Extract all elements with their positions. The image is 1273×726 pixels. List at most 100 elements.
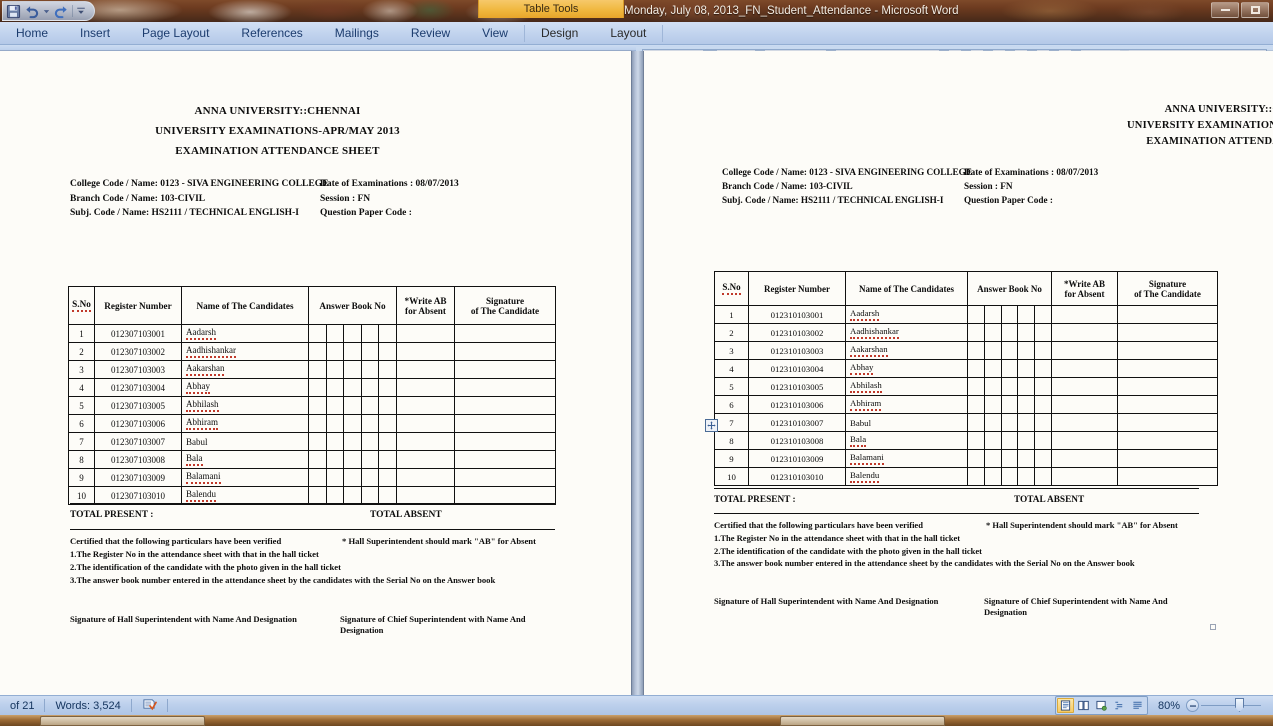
attendance-table-wrapper-left[interactable]: S.No Register Number Name of The Candidate… <box>68 286 556 505</box>
cell-register-number[interactable]: 012310103002 <box>748 323 846 342</box>
answer-book-subcell[interactable] <box>985 306 1002 323</box>
cell-signature[interactable] <box>1117 449 1218 468</box>
cell-candidate-name[interactable]: Aadarsh <box>845 305 968 324</box>
answer-book-subcell[interactable] <box>985 432 1002 449</box>
answer-book-subcell[interactable] <box>327 343 345 360</box>
table-row[interactable]: 10 012307103010 Balendu <box>68 486 556 505</box>
answer-book-subcell[interactable] <box>1002 378 1019 395</box>
answer-book-subcell[interactable] <box>968 414 985 431</box>
answer-book-subcell[interactable] <box>1035 306 1051 323</box>
answer-book-subcell[interactable] <box>985 414 1002 431</box>
answer-book-subcell[interactable] <box>362 325 380 342</box>
cell-sno[interactable]: 5 <box>714 377 749 396</box>
status-bar-right[interactable]: 80% <box>1055 696 1273 715</box>
minimize-button[interactable] <box>1211 2 1239 18</box>
answer-book-subcell[interactable] <box>1035 468 1051 485</box>
cell-write-ab[interactable] <box>1051 395 1118 414</box>
quick-access-toolbar[interactable] <box>2 1 95 21</box>
cell-sno[interactable]: 8 <box>68 450 95 469</box>
answer-book-subcell[interactable] <box>327 469 345 486</box>
cell-signature[interactable] <box>1117 323 1218 342</box>
answer-book-subcell[interactable] <box>1018 468 1036 485</box>
cell-answer-book-no[interactable] <box>967 449 1052 468</box>
cell-signature[interactable] <box>1117 305 1218 324</box>
cell-register-number[interactable]: 012310103007 <box>748 413 846 432</box>
cell-register-number[interactable]: 012310103009 <box>748 449 846 468</box>
answer-book-subcell[interactable] <box>985 378 1002 395</box>
answer-book-subcell[interactable] <box>1035 378 1051 395</box>
cell-answer-book-no[interactable] <box>308 396 397 415</box>
answer-book-subcell[interactable] <box>344 433 362 450</box>
answer-book-subcell[interactable] <box>327 397 345 414</box>
cell-candidate-name[interactable]: Babul <box>845 413 968 432</box>
cell-answer-book-no[interactable] <box>308 360 397 379</box>
cell-sno[interactable]: 9 <box>714 449 749 468</box>
tab-home[interactable]: Home <box>0 22 64 45</box>
answer-book-subcell[interactable] <box>309 469 327 486</box>
answer-book-subcell[interactable] <box>362 343 380 360</box>
tab-mailings[interactable]: Mailings <box>319 22 395 45</box>
cell-write-ab[interactable] <box>396 378 455 397</box>
cell-answer-book-no[interactable] <box>308 378 397 397</box>
cell-candidate-name[interactable]: Abhiram <box>181 414 309 433</box>
cell-write-ab[interactable] <box>396 468 455 487</box>
page-indicator[interactable]: of 21 <box>0 700 44 712</box>
document-canvas[interactable]: ANNA UNIVERSITY::CHENNAI UNIVERSITY EXAM… <box>0 51 1273 695</box>
answer-book-subcell[interactable] <box>1018 396 1036 413</box>
attendance-table-wrapper-right[interactable]: S.No Register Number Name of The Candidate… <box>714 271 1218 486</box>
table-move-handle[interactable] <box>705 419 718 432</box>
cell-candidate-name[interactable]: Balamani <box>181 468 309 487</box>
answer-book-subcell[interactable] <box>968 468 985 485</box>
answer-book-subcell[interactable] <box>985 360 1002 377</box>
full-screen-reading-view-button[interactable] <box>1075 698 1092 713</box>
cell-write-ab[interactable] <box>1051 431 1118 450</box>
answer-book-subcell[interactable] <box>344 487 362 504</box>
answer-book-subcell[interactable] <box>362 469 380 486</box>
answer-book-subcell[interactable] <box>985 450 1002 467</box>
cell-candidate-name[interactable]: Aakarshan <box>181 360 309 379</box>
cell-sno[interactable]: 10 <box>68 486 95 505</box>
answer-book-subcell[interactable] <box>309 361 327 378</box>
cell-candidate-name[interactable]: Balendu <box>181 486 309 505</box>
answer-book-subcell[interactable] <box>344 451 362 468</box>
cell-candidate-name[interactable]: Aakarshan <box>845 341 968 360</box>
answer-book-subcell[interactable] <box>309 451 327 468</box>
cell-register-number[interactable]: 012310103008 <box>748 431 846 450</box>
cell-register-number[interactable]: 012310103004 <box>748 359 846 378</box>
answer-book-subcell[interactable] <box>985 324 1002 341</box>
cell-sno[interactable]: 6 <box>68 414 95 433</box>
answer-book-subcell[interactable] <box>327 451 345 468</box>
cell-register-number[interactable]: 012310103005 <box>748 377 846 396</box>
table-row[interactable]: 3 012307103003 Aakarshan <box>68 360 556 379</box>
save-icon[interactable] <box>6 4 21 19</box>
attendance-table[interactable]: S.No Register Number Name of The Candidate… <box>68 286 556 505</box>
answer-book-subcell[interactable] <box>1002 396 1019 413</box>
tab-page-layout[interactable]: Page Layout <box>126 22 225 45</box>
cell-write-ab[interactable] <box>396 324 455 343</box>
cell-register-number[interactable]: 012307103003 <box>94 360 182 379</box>
table-row[interactable]: 2 012307103002 Aadhishankar <box>68 342 556 361</box>
redo-icon[interactable] <box>54 4 69 19</box>
cell-candidate-name[interactable]: Abhilash <box>845 377 968 396</box>
answer-book-subcell[interactable] <box>344 469 362 486</box>
answer-book-subcell[interactable] <box>327 415 345 432</box>
cell-sno[interactable]: 7 <box>714 413 749 432</box>
answer-book-subcell[interactable] <box>379 415 396 432</box>
cell-signature[interactable] <box>1117 413 1218 432</box>
table-row[interactable]: 7 012310103007 Babul <box>714 413 1218 432</box>
cell-answer-book-no[interactable] <box>308 450 397 469</box>
customize-qat-icon[interactable] <box>76 4 86 19</box>
word-count[interactable]: Words: 3,524 <box>45 700 130 712</box>
cell-candidate-name[interactable]: Aadarsh <box>181 324 309 343</box>
answer-book-subcell[interactable] <box>1035 360 1051 377</box>
undo-dropdown-icon[interactable] <box>42 4 51 19</box>
window-controls[interactable] <box>1211 2 1269 18</box>
tab-layout[interactable]: Layout <box>594 22 662 45</box>
cell-signature[interactable] <box>454 432 556 451</box>
cell-write-ab[interactable] <box>396 342 455 361</box>
table-row[interactable]: 9 012310103009 Balamani <box>714 449 1218 468</box>
cell-answer-book-no[interactable] <box>967 395 1052 414</box>
zoom-slider[interactable] <box>1186 698 1263 712</box>
table-row[interactable]: 1 012307103001 Aadarsh <box>68 324 556 343</box>
answer-book-subcell[interactable] <box>362 487 380 504</box>
